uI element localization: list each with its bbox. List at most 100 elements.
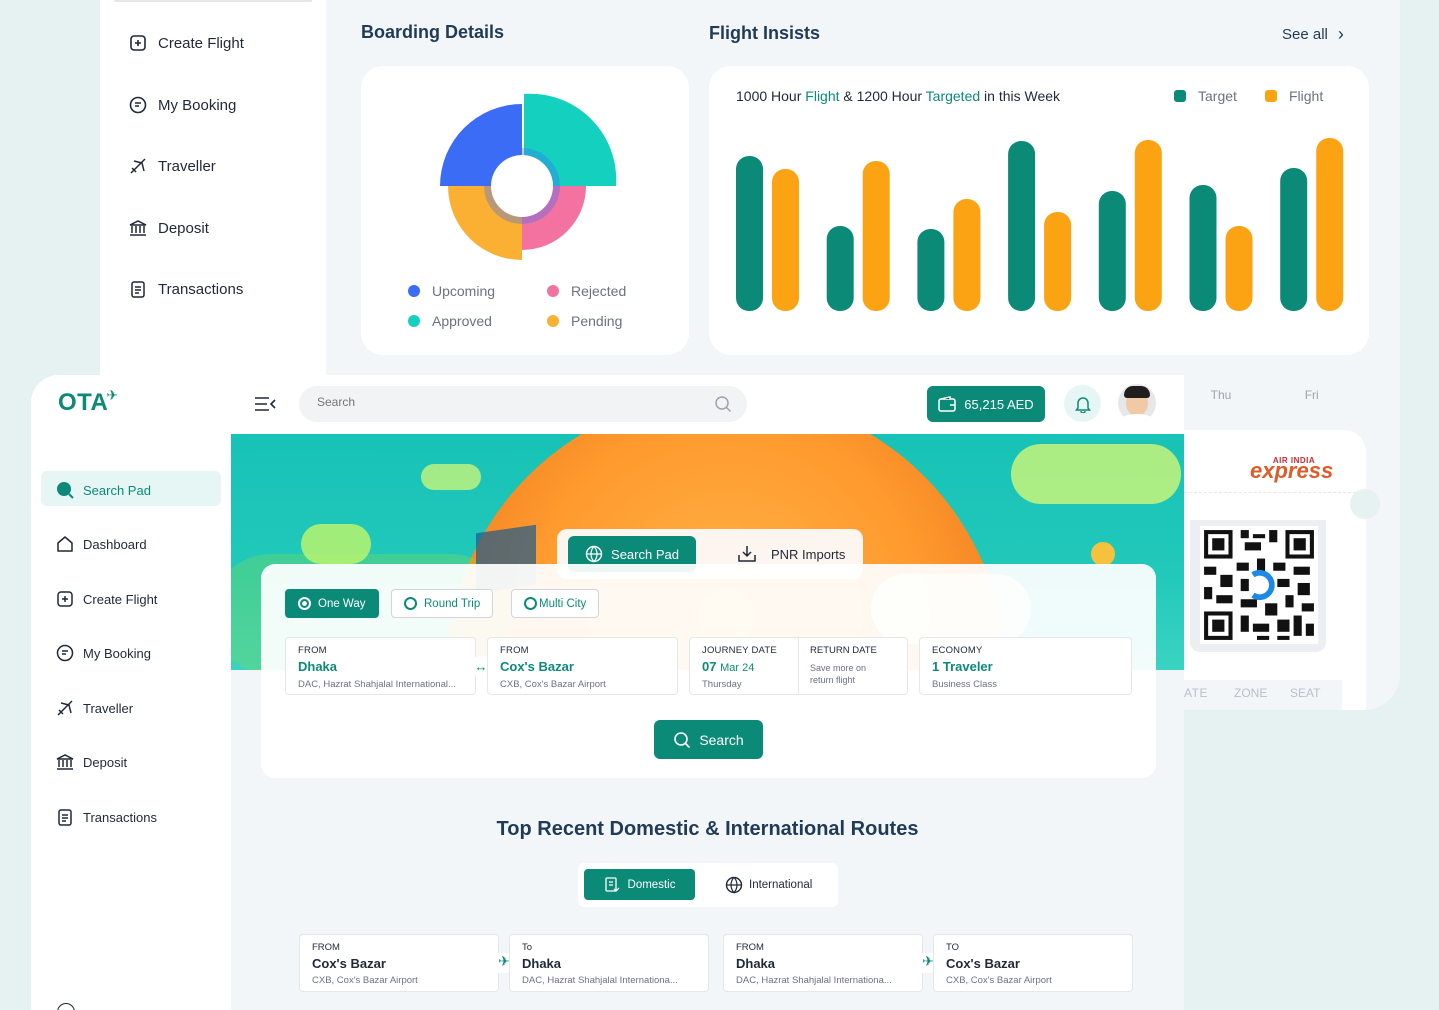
search-input[interactable] bbox=[317, 395, 697, 409]
balloon-icon bbox=[1091, 542, 1115, 566]
tab-pnr-imports[interactable]: PNR Imports bbox=[737, 545, 845, 563]
see-all-link[interactable]: See all › bbox=[1282, 24, 1344, 45]
route-city: Cox's Bazar bbox=[312, 956, 386, 971]
ota-logo: OTA✈ bbox=[58, 387, 119, 416]
legend-label: Upcoming bbox=[432, 283, 496, 299]
route-city: Dhaka bbox=[736, 956, 776, 971]
traveler-field[interactable]: ECONOMY 1 Traveler Business Class bbox=[919, 637, 1132, 695]
search-icon bbox=[57, 482, 74, 499]
bar-target-wed bbox=[1098, 191, 1126, 311]
wallet-icon bbox=[938, 396, 957, 412]
from-airport: DAC, Hazrat Shahjalal International... bbox=[298, 679, 456, 690]
bar-target-sat bbox=[736, 156, 763, 311]
boarding-donut-chart bbox=[440, 93, 617, 260]
plane-icon bbox=[130, 158, 146, 174]
route-card-to[interactable]: TO Cox's Bazar CXB, Cox's Bazar Airport bbox=[933, 934, 1133, 992]
sidebar-divider bbox=[114, 0, 312, 2]
bar-target-tue bbox=[1008, 141, 1036, 311]
see-all-label: See all bbox=[1282, 26, 1328, 43]
booking-icon bbox=[129, 96, 147, 114]
sidebar-item-deposit[interactable]: Deposit bbox=[128, 218, 209, 238]
bar-flight-wed bbox=[1134, 140, 1162, 311]
sidebar-item-search-pad[interactable]: Search Pad bbox=[55, 480, 151, 500]
boarding-title: Boarding Details bbox=[361, 22, 505, 42]
date-field[interactable]: JOURNEY DATE 07 Mar 24 Thursday RETURN D… bbox=[689, 637, 908, 695]
to-field[interactable]: FROM Cox's Bazar CXB, Cox's Bazar Airpor… bbox=[487, 637, 678, 695]
from-field[interactable]: FROM Dhaka DAC, Hazrat Shahjalal Interna… bbox=[285, 637, 476, 695]
route-label: To bbox=[522, 942, 533, 953]
sidebar-item-my-booking[interactable]: My Booking bbox=[128, 95, 236, 115]
sidebar-item-transactions[interactable]: Transactions bbox=[55, 807, 157, 827]
user-avatar[interactable] bbox=[1118, 384, 1156, 422]
notification-button[interactable] bbox=[1064, 385, 1101, 422]
route-airport: DAC, Hazrat Shahjalal Internationa... bbox=[522, 975, 678, 986]
add-square-icon bbox=[130, 35, 146, 51]
route-card-from[interactable]: FROM Cox's Bazar CXB, Cox's Bazar Airpor… bbox=[299, 934, 499, 992]
sidebar-item-dashboard[interactable]: Dashboard bbox=[55, 534, 147, 554]
tab-domestic[interactable]: Domestic bbox=[584, 869, 695, 900]
legend-pending: Pending bbox=[547, 313, 622, 329]
trip-type-round-trip[interactable]: Round Trip bbox=[391, 589, 494, 618]
sidebar-item-my-booking[interactable]: My Booking bbox=[55, 643, 151, 663]
routes-tabs: Domestic International bbox=[578, 863, 838, 907]
bar-target-sun bbox=[826, 226, 854, 311]
booking-icon bbox=[56, 644, 74, 662]
sidebar-item-label: Deposit bbox=[83, 754, 128, 770]
journey-weekday: Thursday bbox=[702, 679, 742, 690]
tab-label: PNR Imports bbox=[771, 546, 846, 562]
search-bar[interactable] bbox=[299, 386, 747, 422]
sidebar-item-label: Deposit bbox=[158, 219, 209, 237]
radio-label: One Way bbox=[318, 597, 366, 610]
settings-icon[interactable] bbox=[57, 1003, 75, 1010]
route-card-to[interactable]: To Dhaka DAC, Hazrat Shahjalal Internati… bbox=[509, 934, 709, 992]
globe-icon bbox=[585, 545, 603, 563]
front-sidebar: OTA✈ Search Pad Dashboard Create Flight … bbox=[31, 375, 231, 1010]
tab-international[interactable]: International bbox=[725, 876, 812, 894]
ticket-col-gate: ATE bbox=[1184, 686, 1208, 700]
route-card-from[interactable]: FROM Dhaka DAC, Hazrat Shahjalal Interna… bbox=[723, 934, 923, 992]
legend-rejected: Rejected bbox=[547, 283, 626, 299]
route-label: FROM bbox=[736, 942, 764, 953]
legend-label: Approved bbox=[432, 313, 492, 329]
x-tick-label: Fri bbox=[1304, 388, 1319, 402]
radio-unchecked-icon bbox=[524, 597, 537, 610]
journey-date-value: 07 Mar 24 bbox=[702, 659, 755, 674]
balance-label: 65,215 AED bbox=[964, 396, 1034, 412]
bar-flight-mon bbox=[953, 199, 981, 311]
bar-flight-tue bbox=[1044, 212, 1072, 311]
insights-card: 1000 Hour Flight & 1200 Hour Targeted in… bbox=[709, 66, 1369, 402]
bar-target-mon bbox=[917, 229, 945, 311]
to-city: Cox's Bazar bbox=[500, 659, 574, 674]
menu-toggle-icon[interactable] bbox=[254, 395, 276, 413]
trip-type-one-way[interactable]: One Way bbox=[285, 589, 379, 618]
bar-flight-thu bbox=[1225, 226, 1253, 311]
radio-label: Multi City bbox=[539, 597, 587, 610]
tab-label: Domestic bbox=[627, 878, 676, 891]
sidebar-item-deposit[interactable]: Deposit bbox=[55, 752, 127, 772]
search-icon[interactable] bbox=[714, 395, 732, 413]
wallet-balance-button[interactable]: 65,215 AED bbox=[927, 386, 1045, 422]
return-date-label: RETURN DATE bbox=[810, 645, 877, 656]
search-button-label: Search bbox=[699, 731, 744, 748]
radio-checked-icon bbox=[298, 597, 311, 610]
trip-type-multi-city[interactable]: Multi City bbox=[511, 589, 600, 618]
to-airport: CXB, Cox's Bazar Airport bbox=[500, 679, 606, 690]
sidebar-item-create-flight[interactable]: Create Flight bbox=[128, 33, 244, 53]
sidebar-item-traveller[interactable]: Traveller bbox=[128, 156, 216, 176]
flight-insights-bar-chart bbox=[736, 138, 1344, 311]
field-label: FROM bbox=[500, 645, 529, 656]
sidebar-item-label: Dashboard bbox=[83, 536, 147, 552]
bar-flight-sat bbox=[772, 169, 799, 311]
sidebar-item-transactions[interactable]: Transactions bbox=[128, 279, 243, 299]
sidebar-item-create-flight[interactable]: Create Flight bbox=[55, 589, 157, 609]
bank-icon bbox=[129, 220, 147, 236]
search-button[interactable]: Search bbox=[654, 720, 763, 759]
search-icon bbox=[674, 731, 691, 748]
bar-flight-fri bbox=[1316, 138, 1344, 311]
radio-unchecked-icon bbox=[404, 597, 417, 610]
boarding-card: Upcoming Rejected Approved Pending bbox=[361, 66, 689, 355]
sidebar-item-traveller[interactable]: Traveller bbox=[55, 698, 133, 718]
bar-target-fri bbox=[1280, 168, 1308, 311]
sidebar-item-label: Transactions bbox=[158, 280, 244, 298]
document-icon bbox=[604, 876, 619, 892]
